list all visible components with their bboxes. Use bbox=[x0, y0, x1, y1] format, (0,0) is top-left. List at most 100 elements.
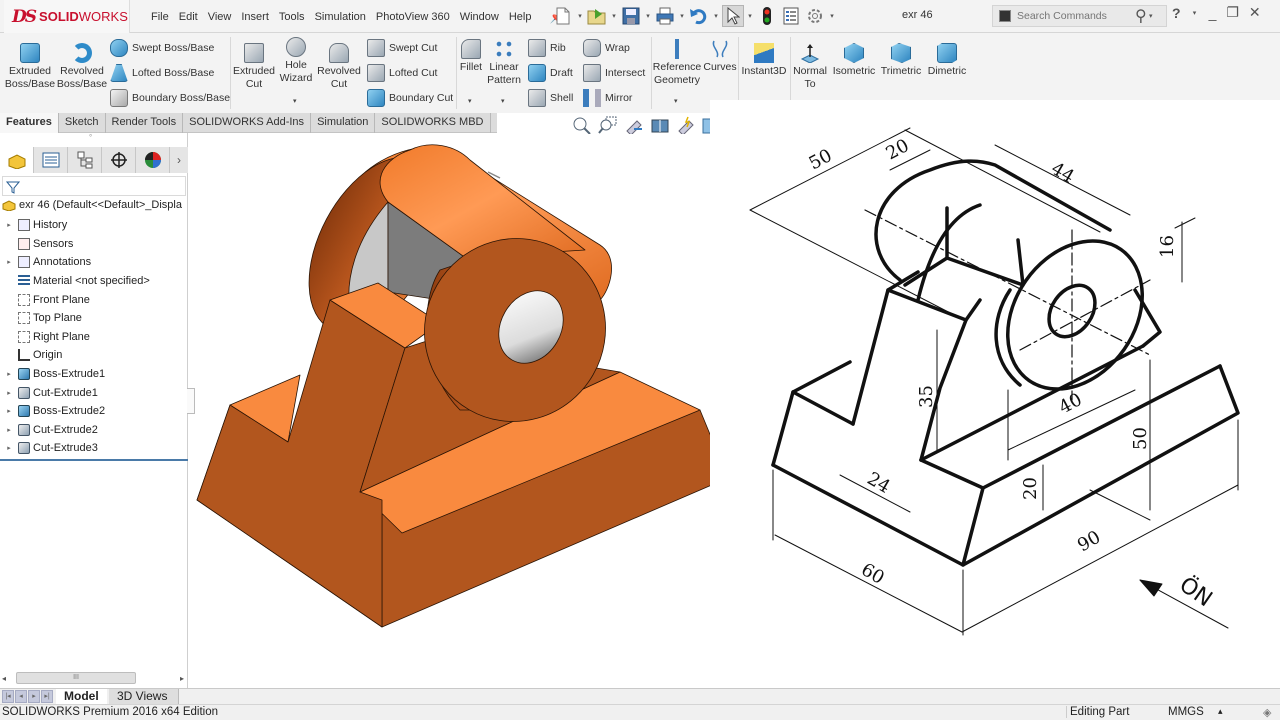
feature-tree-item[interactable]: ▸ Cut-Extrude2 bbox=[0, 421, 188, 440]
menu-simulation[interactable]: Simulation bbox=[310, 11, 371, 23]
first-tab-button[interactable]: |◂ bbox=[2, 690, 14, 703]
part-root-node[interactable]: exr 46 (Default<<Default>_Displa bbox=[2, 199, 188, 211]
search-dropdown[interactable]: ▾ bbox=[1147, 12, 1155, 20]
reference-geometry-button[interactable]: Reference Geometry bbox=[653, 39, 701, 87]
hole-wizard-button[interactable]: Hole Wizard bbox=[277, 37, 315, 85]
print-dropdown[interactable]: ▾ bbox=[678, 12, 686, 20]
feature-tree-item[interactable]: Sensors bbox=[0, 235, 188, 254]
expand-arrow-icon[interactable]: ▸ bbox=[0, 221, 18, 229]
configurationmanager-tab[interactable] bbox=[68, 147, 102, 173]
tab-solidworks-add-ins[interactable]: SOLIDWORKS Add-Ins bbox=[183, 113, 312, 133]
save-dropdown[interactable]: ▾ bbox=[644, 12, 652, 20]
lofted-boss-button[interactable]: Lofted Boss/Base bbox=[110, 64, 214, 82]
feature-tree-item[interactable]: Front Plane bbox=[0, 290, 188, 309]
help-dropdown[interactable]: ▾ bbox=[1191, 9, 1199, 17]
last-tab-button[interactable]: ▸| bbox=[41, 690, 53, 703]
options-dropdown[interactable]: ▾ bbox=[828, 12, 836, 20]
menu-window[interactable]: Window bbox=[455, 11, 504, 23]
rebuild-traffic-light-icon[interactable] bbox=[756, 5, 778, 27]
linear-pattern-dropdown[interactable]: ▾ bbox=[501, 97, 505, 105]
graphics-area[interactable] bbox=[195, 133, 740, 688]
swept-cut-button[interactable]: Swept Cut bbox=[367, 39, 437, 57]
options-gear-icon[interactable] bbox=[804, 5, 826, 27]
restore-button[interactable]: ❐ bbox=[1226, 4, 1239, 21]
feature-tree-horizontal-scrollbar[interactable]: ◂ III ▸ bbox=[2, 671, 186, 685]
next-tab-button[interactable]: ▸ bbox=[28, 690, 40, 703]
feature-tree-item[interactable]: Right Plane bbox=[0, 328, 188, 347]
feature-tree-filter[interactable] bbox=[2, 176, 186, 196]
tab-3d-views[interactable]: 3D Views bbox=[109, 689, 179, 705]
undo-icon[interactable] bbox=[688, 5, 710, 27]
select-dropdown[interactable]: ▾ bbox=[746, 12, 754, 20]
curves-button[interactable]: Curves bbox=[703, 39, 737, 74]
menu-edit[interactable]: Edit bbox=[174, 11, 203, 23]
save-icon[interactable] bbox=[620, 5, 642, 27]
fillet-button[interactable]: Fillet bbox=[458, 39, 484, 74]
propertymanager-tab[interactable] bbox=[34, 147, 68, 173]
panel-tabs-more-arrow[interactable]: › bbox=[170, 147, 188, 173]
menu-help[interactable]: Help bbox=[504, 11, 537, 23]
feature-tree-item[interactable]: ▸ Boss-Extrude2 bbox=[0, 402, 188, 421]
unit-system-selector[interactable]: MMGS bbox=[1168, 706, 1204, 718]
rib-button[interactable]: Rib bbox=[528, 39, 566, 57]
linear-pattern-button[interactable]: Linear Pattern bbox=[487, 39, 521, 87]
dynamic-annotation-views-icon[interactable] bbox=[676, 116, 696, 134]
menu-insert[interactable]: Insert bbox=[236, 11, 274, 23]
unit-system-dropdown[interactable]: ▴ bbox=[1218, 706, 1223, 717]
new-dropdown[interactable]: ▾ bbox=[576, 12, 584, 20]
feature-tree-item[interactable]: ▸ History bbox=[0, 216, 188, 235]
intersect-button[interactable]: Intersect bbox=[583, 64, 645, 82]
displaymanager-tab[interactable] bbox=[136, 147, 170, 173]
extruded-boss-button[interactable]: Extruded Boss/Base bbox=[5, 43, 55, 91]
dimxpertmanager-tab[interactable] bbox=[102, 147, 136, 173]
expand-arrow-icon[interactable]: ▸ bbox=[0, 426, 18, 434]
panel-grip[interactable]: ° bbox=[89, 133, 92, 142]
menu-tools[interactable]: Tools bbox=[274, 11, 310, 23]
expand-arrow-icon[interactable]: ▸ bbox=[0, 370, 18, 378]
menu-file[interactable]: File bbox=[146, 11, 174, 23]
expand-arrow-icon[interactable]: ▸ bbox=[0, 389, 18, 397]
extruded-cut-button[interactable]: Extruded Cut bbox=[232, 43, 276, 91]
search-commands-input[interactable] bbox=[1017, 10, 1135, 22]
swept-boss-button[interactable]: Swept Boss/Base bbox=[110, 39, 214, 57]
instant3d-button[interactable]: Instant3D bbox=[740, 43, 788, 78]
mirror-button[interactable]: Mirror bbox=[583, 89, 632, 107]
fillet-dropdown[interactable]: ▾ bbox=[468, 97, 472, 105]
feature-tree-item[interactable]: Material <not specified> bbox=[0, 272, 188, 291]
draft-button[interactable]: Draft bbox=[528, 64, 573, 82]
previous-view-icon[interactable] bbox=[624, 116, 644, 134]
close-button[interactable]: ✕ bbox=[1249, 4, 1261, 21]
revolved-cut-button[interactable]: Revolved Cut bbox=[316, 43, 362, 91]
zoom-to-fit-icon[interactable] bbox=[572, 116, 592, 134]
feature-tree-item[interactable]: ▸ Cut-Extrude3 bbox=[0, 439, 188, 458]
expand-arrow-icon[interactable]: ▸ bbox=[0, 258, 18, 266]
minimize-button[interactable]: _ bbox=[1209, 5, 1217, 21]
tab-solidworks-mbd[interactable]: SOLIDWORKS MBD bbox=[375, 113, 491, 133]
normal-to-button[interactable]: Normal To bbox=[791, 43, 829, 91]
hole-wizard-dropdown[interactable]: ▾ bbox=[293, 97, 297, 105]
expand-arrow-icon[interactable]: ▸ bbox=[0, 444, 18, 452]
feature-tree-item[interactable]: ▸ Boss-Extrude1 bbox=[0, 365, 188, 384]
trimetric-button[interactable]: Trimetric bbox=[879, 43, 923, 78]
boundary-cut-button[interactable]: Boundary Cut bbox=[367, 89, 453, 107]
undo-dropdown[interactable]: ▾ bbox=[712, 12, 720, 20]
search-icon[interactable]: ⚲ bbox=[1135, 6, 1147, 26]
boundary-boss-button[interactable]: Boundary Boss/Base bbox=[110, 89, 230, 107]
feature-tree-item[interactable]: ▸ Cut-Extrude1 bbox=[0, 383, 188, 402]
feature-tree-item[interactable]: Top Plane bbox=[0, 309, 188, 328]
tab-features[interactable]: Features bbox=[0, 113, 59, 133]
quick-tips-icon[interactable]: ◈ bbox=[1263, 706, 1271, 719]
featuremanager-tree-tab[interactable] bbox=[0, 147, 34, 173]
help-icon[interactable]: ? bbox=[1172, 5, 1181, 21]
tab-sketch[interactable]: Sketch bbox=[59, 113, 106, 133]
open-dropdown[interactable]: ▾ bbox=[610, 12, 618, 20]
tab-simulation[interactable]: Simulation bbox=[311, 113, 376, 133]
isometric-button[interactable]: Isometric bbox=[831, 43, 877, 78]
new-document-icon[interactable] bbox=[552, 5, 574, 27]
panel-split-handle[interactable] bbox=[187, 388, 195, 414]
shell-button[interactable]: Shell bbox=[528, 89, 573, 107]
previous-tab-button[interactable]: ◂ bbox=[15, 690, 27, 703]
select-pointer-icon[interactable] bbox=[722, 5, 744, 27]
tab-model[interactable]: Model bbox=[56, 689, 107, 705]
lofted-cut-button[interactable]: Lofted Cut bbox=[367, 64, 437, 82]
